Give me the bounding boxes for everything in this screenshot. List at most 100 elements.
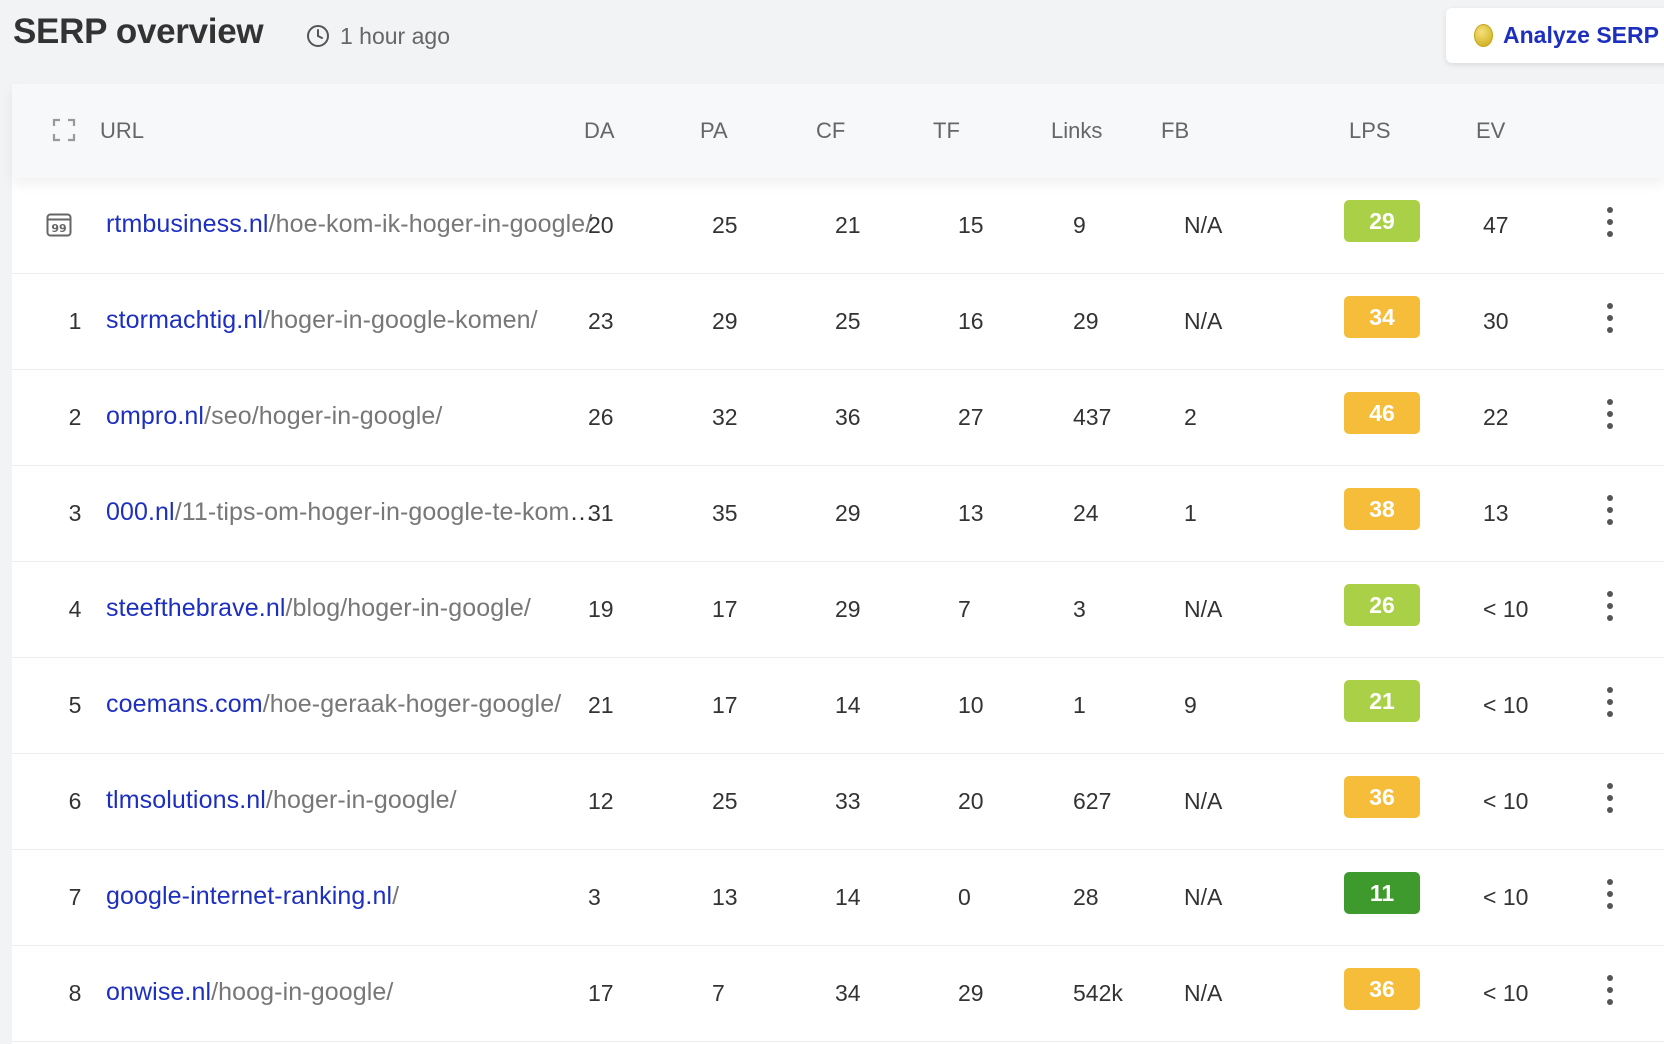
clock-icon [307,25,329,47]
cell-links: 3 [1073,596,1086,622]
cell-fb: N/A [1184,596,1223,622]
row-more-icon[interactable] [1600,975,1620,1005]
cell-pa: 13 [712,884,738,910]
cell-tf: 0 [958,884,971,910]
row-more-icon[interactable] [1600,399,1620,429]
table-header: URL DA PA CF TF Links FB LPS EV [12,84,1664,178]
cell-ev: < 10 [1483,692,1529,718]
url-domain[interactable]: ompro.nl [106,402,204,430]
url-path[interactable]: /hoger-in-google-komen/ [263,306,538,334]
column-header-url[interactable]: URL [100,118,144,144]
column-header-tf[interactable]: TF [933,118,960,144]
url-path[interactable]: /seo/hoger-in-google/ [204,402,442,430]
cell-fb: 1 [1184,500,1197,526]
row-more-icon[interactable] [1600,783,1620,813]
kebab-dot [1607,603,1613,609]
cell-tf: 7 [958,596,971,622]
cell-tf: 10 [958,692,984,718]
column-header-da[interactable]: DA [584,118,615,144]
lps-badge: 26 [1344,584,1420,626]
cell-tf: 13 [958,500,984,526]
kebab-dot [1607,315,1613,321]
kebab-dot [1607,207,1613,213]
row-more-icon[interactable] [1600,591,1620,621]
lps-badge: 34 [1344,296,1420,338]
url-path[interactable]: /blog/hoger-in-google/ [286,594,531,622]
result-url-link[interactable]: steefthebrave.nl/blog/hoger-in-google/ [106,594,596,623]
analyze-serp-button[interactable]: Analyze SERP [1446,8,1664,63]
cell-ev: 22 [1483,404,1509,430]
cell-da: 20 [588,212,614,238]
cell-ev: < 10 [1483,884,1529,910]
cell-fb: N/A [1184,788,1223,814]
column-header-links[interactable]: Links [1051,118,1102,144]
column-header-fb[interactable]: FB [1161,118,1189,144]
cell-links: 437 [1073,404,1112,430]
table-row: 4 steefthebrave.nl/blog/hoger-in-google/1… [12,562,1664,658]
cell-ev: 30 [1483,308,1509,334]
cell-cf: 36 [835,404,861,430]
result-url-link[interactable]: rtmbusiness.nl/hoe-kom-ik-hoger-in-googl… [106,210,596,239]
url-domain[interactable]: coemans.com [106,690,263,718]
column-header-cf[interactable]: CF [816,118,845,144]
kebab-dot [1607,891,1613,897]
cell-pa: 7 [712,980,725,1006]
url-path[interactable]: /hoger-in-google/ [266,786,457,814]
kebab-dot [1607,423,1613,429]
lps-badge: 29 [1344,200,1420,242]
page-title: SERP overview [13,12,264,51]
kebab-dot [1607,327,1613,333]
url-path[interactable]: /11-tips-om-hoger-in-google-te-komen/ [175,498,596,526]
url-path[interactable]: /hoog-in-google/ [211,978,393,1006]
url-domain[interactable]: tlmsolutions.nl [106,786,266,814]
url-domain[interactable]: steefthebrave.nl [106,594,286,622]
cell-links: 28 [1073,884,1099,910]
cell-cf: 29 [835,596,861,622]
cell-ev: 13 [1483,500,1509,526]
url-path[interactable]: / [392,882,399,910]
row-more-icon[interactable] [1600,879,1620,909]
kebab-dot [1607,615,1613,621]
url-domain[interactable]: rtmbusiness.nl [106,210,269,238]
last-updated-text: 1 hour ago [340,22,450,49]
kebab-dot [1607,783,1613,789]
result-url-link[interactable]: onwise.nl/hoog-in-google/ [106,978,596,1007]
cell-tf: 20 [958,788,984,814]
url-domain[interactable]: google-internet-ranking.nl [106,882,392,910]
cell-tf: 16 [958,308,984,334]
url-domain[interactable]: onwise.nl [106,978,211,1006]
cell-fb: 9 [1184,692,1197,718]
cell-pa: 17 [712,692,738,718]
row-more-icon[interactable] [1600,495,1620,525]
page-header: SERP overview 1 hour ago Analyze SERP [0,0,1664,78]
cell-da: 12 [588,788,614,814]
column-header-ev[interactable]: EV [1476,118,1505,144]
cell-ev: 47 [1483,212,1509,238]
row-more-icon[interactable] [1600,687,1620,717]
result-url-link[interactable]: google-internet-ranking.nl/ [106,882,596,911]
result-url-link[interactable]: 000.nl/11-tips-om-hoger-in-google-te-kom… [106,498,596,527]
result-url-link[interactable]: ompro.nl/seo/hoger-in-google/ [106,402,596,431]
result-url-link[interactable]: tlmsolutions.nl/hoger-in-google/ [106,786,596,815]
last-updated: 1 hour ago [306,20,450,52]
expand-icon[interactable] [52,118,76,142]
kebab-dot [1607,687,1613,693]
result-url-link[interactable]: coemans.com/hoe-geraak-hoger-google/ [106,690,596,719]
row-more-icon[interactable] [1600,303,1620,333]
kebab-dot [1607,999,1613,1005]
cell-links: 542k [1073,980,1123,1006]
url-domain[interactable]: 000.nl [106,498,175,526]
cell-tf: 27 [958,404,984,430]
column-header-lps[interactable]: LPS [1349,118,1391,144]
result-url-link[interactable]: stormachtig.nl/hoger-in-google-komen/ [106,306,596,335]
url-path[interactable]: /hoe-kom-ik-hoger-in-google/ [269,210,593,238]
kebab-dot [1607,975,1613,981]
row-more-icon[interactable] [1600,207,1620,237]
rank-number: 1 [68,308,82,334]
column-header-pa[interactable]: PA [700,118,728,144]
url-path[interactable]: /hoe-geraak-hoger-google/ [263,690,562,718]
cell-pa: 17 [712,596,738,622]
svg-text:99: 99 [51,222,66,235]
url-domain[interactable]: stormachtig.nl [106,306,263,334]
rank-number: 3 [68,500,82,526]
